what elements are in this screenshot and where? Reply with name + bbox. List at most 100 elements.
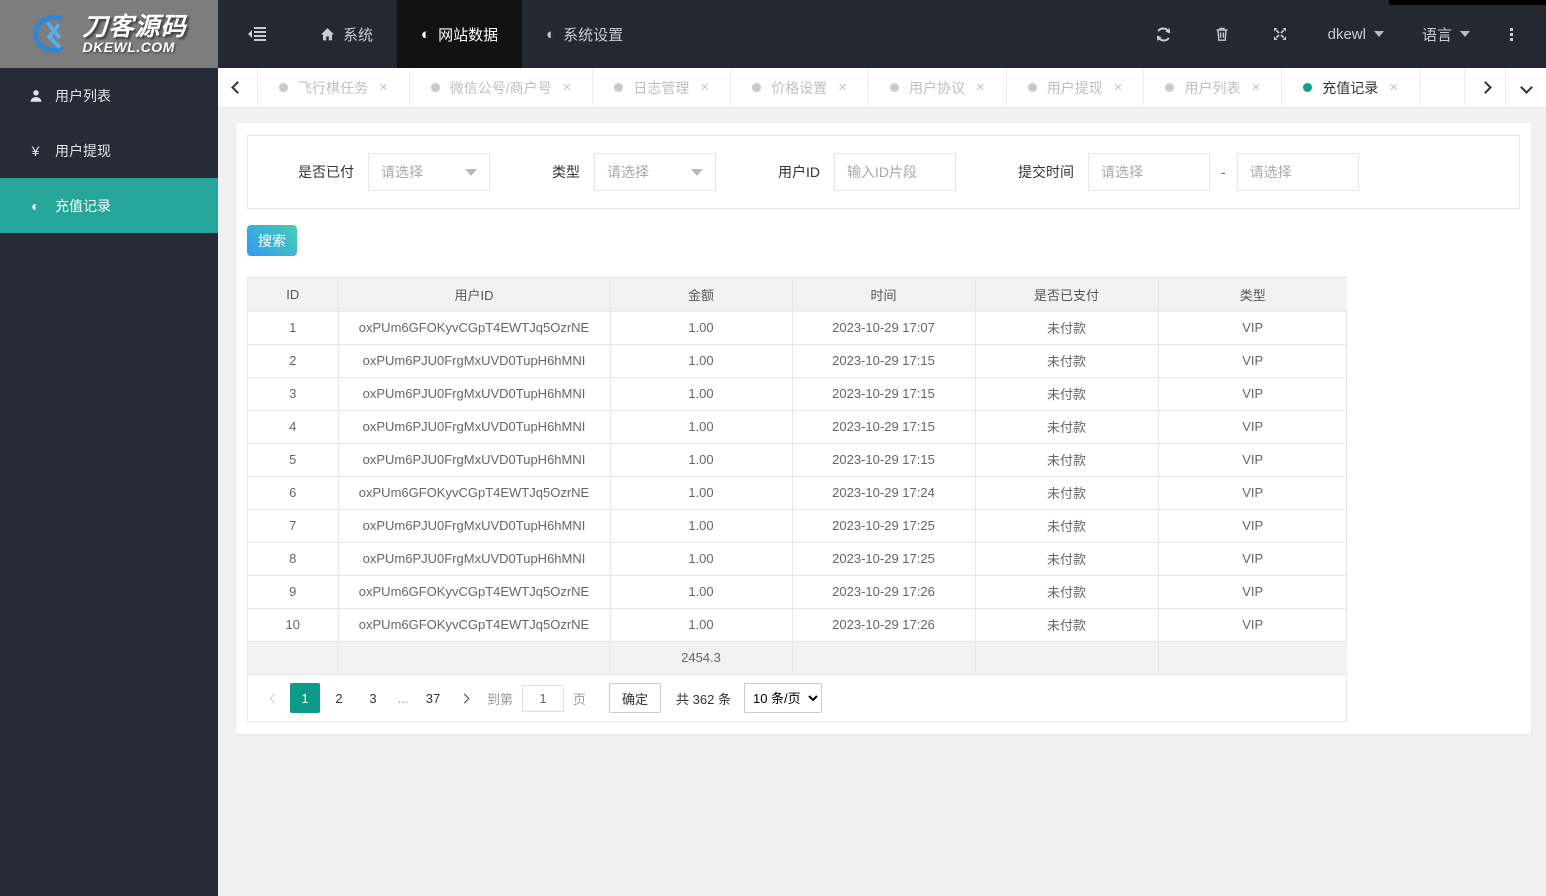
tab-item[interactable]: 微信公号/商户号 × <box>410 68 594 107</box>
topbar: 系统 ◐ 网站数据 ◐ 系统设置 dkewl 语言 <box>218 0 1546 68</box>
col-header-type: 类型 <box>1158 278 1347 312</box>
table-row[interactable]: 1 oxPUm6GFOKyvCGpT4EWTJq5OzrNE 1.00 2023… <box>248 311 1347 345</box>
tabs-menu-button[interactable] <box>1505 68 1546 107</box>
tab-label: 微信公号/商户号 <box>449 79 552 96</box>
logo[interactable]: 刀客源码 DKEWL.COM <box>0 0 218 68</box>
nav-item-label: 系统 <box>343 26 374 44</box>
cell-id: 4 <box>248 410 339 444</box>
caret-down-icon <box>691 168 703 176</box>
cell-amount: 1.00 <box>610 608 793 642</box>
cell-time: 2023-10-29 17:15 <box>792 377 976 411</box>
tabs-scroll-right-button[interactable] <box>1464 68 1505 107</box>
cell-paid-status: 未付款 <box>975 509 1159 543</box>
nav-item-website-data[interactable]: ◐ 网站数据 <box>397 0 523 68</box>
cell-user-id: oxPUm6PJU0FrgMxUVD0TupH6hMNI <box>338 443 611 477</box>
sidebar-item-user-withdraw[interactable]: ¥ 用户提现 <box>0 123 218 178</box>
prev-page-button[interactable] <box>260 684 288 712</box>
table-row[interactable]: 4 oxPUm6PJU0FrgMxUVD0TupH6hMNI 1.00 2023… <box>248 410 1347 444</box>
page-button[interactable]: 1 <box>290 683 320 713</box>
cell-user-id: oxPUm6PJU0FrgMxUVD0TupH6hMNI <box>338 377 611 411</box>
top-nav: 系统 ◐ 网站数据 ◐ 系统设置 <box>218 0 647 68</box>
submit-time-filter-label: 提交时间 <box>1018 164 1074 180</box>
cell-user-id: oxPUm6GFOKyvCGpT4EWTJq5OzrNE <box>338 575 611 609</box>
tab-label: 用户列表 <box>1184 79 1241 96</box>
tab-item[interactable]: 用户协议 × <box>869 68 1007 107</box>
tab-close-icon[interactable]: × <box>563 79 572 96</box>
table-row[interactable]: 2 oxPUm6PJU0FrgMxUVD0TupH6hMNI 1.00 2023… <box>248 344 1347 378</box>
tab-close-icon[interactable]: × <box>379 79 388 96</box>
tab-item[interactable]: 价格设置 × <box>731 68 869 107</box>
tab-item[interactable]: 用户列表 × <box>1144 68 1283 107</box>
page-button[interactable]: 3 <box>358 683 388 713</box>
table-row[interactable]: 6 oxPUm6GFOKyvCGpT4EWTJq5OzrNE 1.00 2023… <box>248 476 1347 510</box>
cell-type: VIP <box>1158 575 1347 609</box>
nav-item-system-settings[interactable]: ◐ 系统设置 <box>522 0 647 68</box>
table-row[interactable]: 7 oxPUm6PJU0FrgMxUVD0TupH6hMNI 1.00 2023… <box>248 509 1347 543</box>
tab-close-icon[interactable]: × <box>1389 79 1398 96</box>
page-button[interactable]: 2 <box>324 683 354 713</box>
page-button[interactable]: ... <box>392 683 414 713</box>
more-menu-button[interactable] <box>1489 27 1534 41</box>
table-row[interactable]: 5 oxPUm6PJU0FrgMxUVD0TupH6hMNI 1.00 2023… <box>248 443 1347 477</box>
cell-user-id: oxPUm6GFOKyvCGpT4EWTJq5OzrNE <box>338 608 611 642</box>
nav-item-system[interactable]: 系统 <box>296 0 397 68</box>
user-id-filter-label: 用户ID <box>778 164 820 180</box>
clear-cache-button[interactable] <box>1193 26 1251 42</box>
cell-type: VIP <box>1158 509 1347 543</box>
user-id-input[interactable] <box>834 153 956 191</box>
tabs-scroll-left-button[interactable] <box>218 68 258 107</box>
table-row[interactable]: 8 oxPUm6PJU0FrgMxUVD0TupH6hMNI 1.00 2023… <box>248 542 1347 576</box>
tab-item[interactable]: 飞行棋任务 × <box>258 68 410 107</box>
search-button[interactable]: 搜索 <box>247 225 297 256</box>
pagination: 1 2 3 ... 37 到第 页 确定 <box>248 674 1346 721</box>
tab-close-icon[interactable]: × <box>976 79 985 96</box>
goto-page-input[interactable] <box>522 684 565 712</box>
cell-paid-status: 未付款 <box>975 608 1159 642</box>
cell-time: 2023-10-29 17:26 <box>792 608 976 642</box>
type-select[interactable]: 请选择 <box>594 153 716 191</box>
chevron-right-icon <box>459 693 469 703</box>
content-card: 是否已付 请选择 类型 请选择 用户ID 输入ID片段 提交时间 请选择 - 请… <box>236 123 1531 734</box>
tab-close-icon[interactable]: × <box>700 79 709 96</box>
cell-type: VIP <box>1158 476 1347 510</box>
tab-item[interactable]: 日志管理 × <box>593 68 732 107</box>
cell-type: VIP <box>1158 344 1347 378</box>
page-list: 1 2 3 ... 37 <box>288 683 450 713</box>
sidebar-collapse-button[interactable] <box>218 0 296 68</box>
cell-user-id: oxPUm6PJU0FrgMxUVD0TupH6hMNI <box>338 509 611 543</box>
tab-label: 日志管理 <box>633 79 690 96</box>
tab-item[interactable]: 充值记录 × <box>1282 68 1421 107</box>
user-menu[interactable]: dkewl <box>1309 26 1403 43</box>
cell-amount: 1.00 <box>610 344 793 378</box>
tab-close-icon[interactable]: × <box>838 79 847 96</box>
confirm-page-button[interactable]: 确定 <box>609 683 662 713</box>
tab-close-icon[interactable]: × <box>1114 79 1123 96</box>
paid-status-select[interactable]: 请选择 <box>368 153 490 191</box>
refresh-button[interactable] <box>1134 26 1193 43</box>
cell-time: 2023-10-29 17:25 <box>792 509 976 543</box>
page-button[interactable]: 37 <box>418 683 448 713</box>
next-page-button[interactable] <box>450 684 478 712</box>
tab-label: 充值记录 <box>1322 79 1379 96</box>
sidebar-item-user-list[interactable]: 用户列表 <box>0 68 218 123</box>
table-row[interactable]: 3 oxPUm6PJU0FrgMxUVD0TupH6hMNI 1.00 2023… <box>248 377 1347 411</box>
kebab-menu-icon <box>1510 27 1513 41</box>
tab-close-icon[interactable]: × <box>1251 79 1260 96</box>
table-row[interactable]: 10 oxPUm6GFOKyvCGpT4EWTJq5OzrNE 1.00 202… <box>248 608 1347 642</box>
table-row[interactable]: 9 oxPUm6GFOKyvCGpT4EWTJq5OzrNE 1.00 2023… <box>248 575 1347 609</box>
tab-dot-icon <box>279 83 288 92</box>
date-from-input[interactable] <box>1088 153 1210 191</box>
sidebar: 用户列表 ¥ 用户提现 ◐ 充值记录 <box>0 68 218 896</box>
page-size-select[interactable]: 10 条/页 <box>743 683 822 713</box>
language-menu[interactable]: 语言 <box>1403 24 1489 45</box>
tab-label: 飞行棋任务 <box>298 79 368 96</box>
yen-icon: ¥ <box>31 142 40 159</box>
logo-title: 刀客源码 <box>82 12 187 41</box>
cell-id: 1 <box>248 311 339 345</box>
fullscreen-button[interactable] <box>1251 26 1309 42</box>
date-to-input[interactable] <box>1236 153 1359 191</box>
tab-item[interactable]: 用户提现 × <box>1007 68 1145 107</box>
chevron-down-icon <box>1373 31 1384 37</box>
sidebar-item-recharge-records[interactable]: ◐ 充值记录 <box>0 178 218 233</box>
cell-type: VIP <box>1158 311 1347 345</box>
